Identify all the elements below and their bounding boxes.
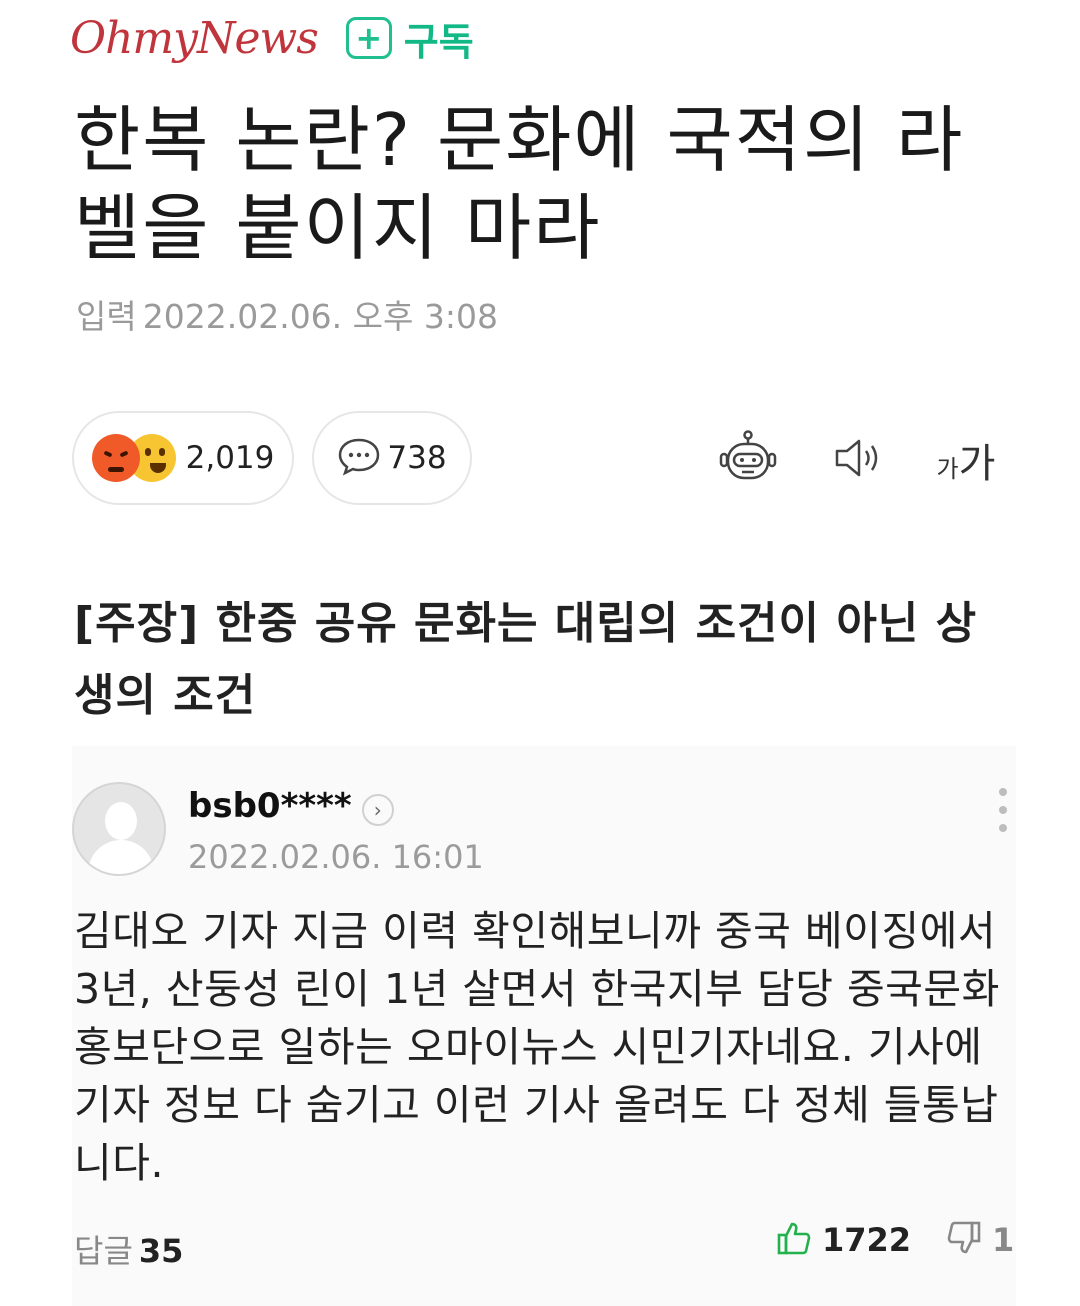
date-label: 입력: [76, 297, 137, 336]
like-count: 1722: [822, 1221, 912, 1259]
comment-count: 738: [387, 440, 447, 476]
subscribe-button[interactable]: + 구독: [345, 11, 474, 66]
ai-summary-button[interactable]: [716, 428, 780, 492]
more-options-icon[interactable]: [996, 788, 1010, 832]
dislike-button[interactable]: 1: [946, 1220, 1014, 1260]
article-title: 한복 논란? 문화에 국적의 라벨을 붙이지 마라: [74, 98, 965, 270]
reply-label: 답글: [74, 1232, 133, 1270]
subscribe-label: 구독: [403, 19, 474, 64]
dislike-count: 1: [992, 1221, 1015, 1259]
reply-count: 35: [138, 1232, 184, 1270]
robot-icon: [718, 430, 778, 490]
comment-username[interactable]: bsb0****: [188, 786, 352, 826]
comment-count-button[interactable]: 738: [312, 411, 472, 505]
comment-card: bsb0**** › 2022.02.06. 16:01 김대오 기자 지금 이…: [72, 746, 1016, 1306]
reply-button[interactable]: 답글 35: [74, 1226, 183, 1272]
speaker-icon: [831, 436, 885, 484]
angry-emoji-icon: [91, 434, 140, 482]
comment-body: 김대오 기자 지금 이력 확인해보니까 중국 베이징에서 3년, 산둥성 린이 …: [74, 907, 1000, 1187]
ohmynews-logo[interactable]: OhmyNews: [70, 13, 319, 64]
font-size-icon: 가가: [936, 441, 996, 487]
article-date: 입력 2022.02.06. 오후 3:08: [76, 290, 498, 338]
like-button[interactable]: 1722: [776, 1220, 911, 1260]
reaction-button[interactable]: 2,019: [72, 411, 294, 505]
thumbs-up-icon: [776, 1220, 812, 1260]
article-subtitle: [주장] 한중 공유 문화는 대립의 조건이 아닌 상생의 조건: [74, 598, 978, 721]
plus-icon: +: [345, 17, 392, 59]
comment-time: 2022.02.06. 16:01: [188, 838, 484, 876]
text-to-speech-button[interactable]: [826, 428, 890, 492]
reaction-emojis: [91, 434, 176, 482]
avatar[interactable]: [72, 782, 166, 876]
header: OhmyNews + 구독: [70, 8, 474, 68]
username-row: bsb0**** ›: [188, 786, 394, 826]
font-size-button[interactable]: 가가: [934, 428, 998, 492]
speech-bubble-icon: [337, 436, 381, 480]
thumbs-down-icon: [946, 1220, 982, 1260]
date-value: 2022.02.06. 오후 3:08: [142, 297, 498, 336]
chevron-right-icon[interactable]: ›: [361, 794, 394, 826]
reaction-count: 2,019: [185, 440, 275, 476]
